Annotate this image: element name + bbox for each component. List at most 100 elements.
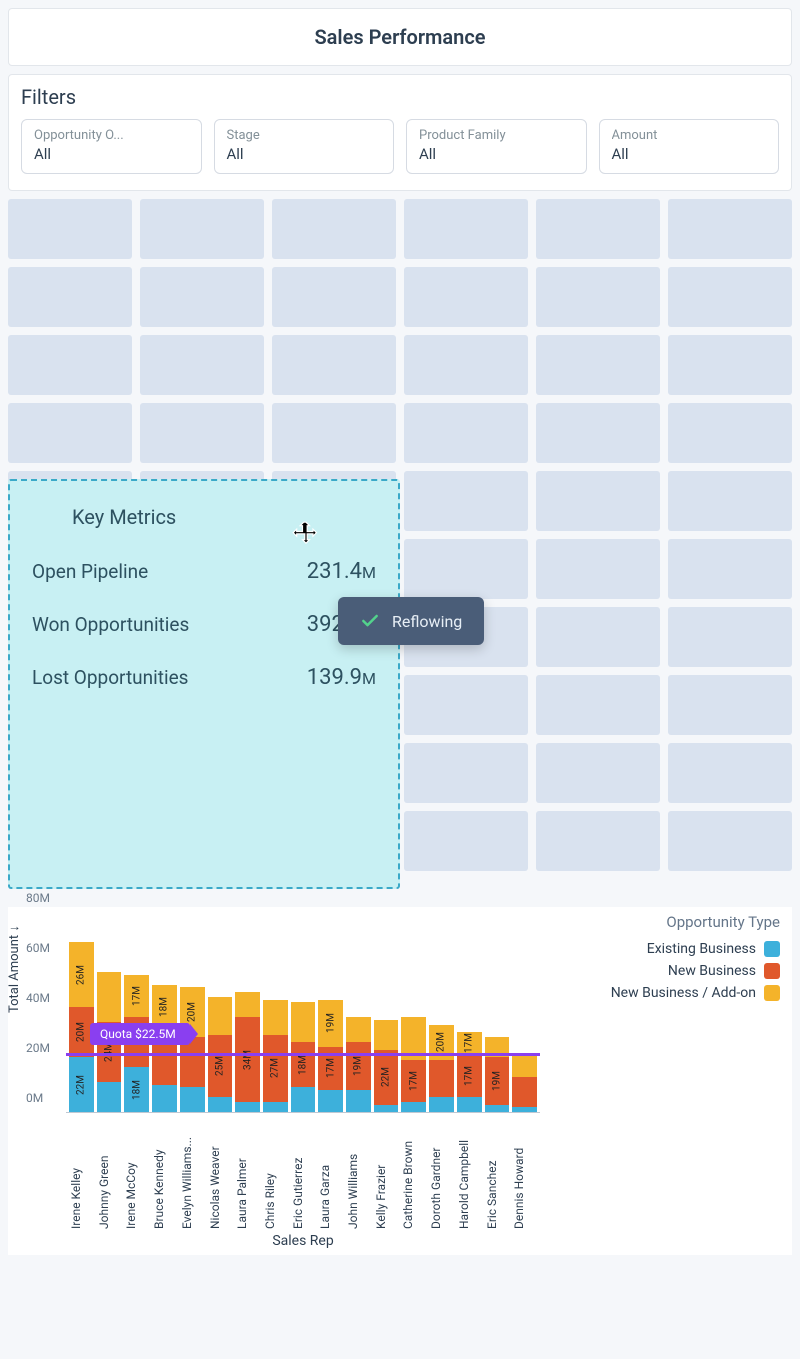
layout-cell bbox=[536, 539, 660, 599]
metric-label: Won Opportunities bbox=[32, 613, 189, 636]
layout-cell bbox=[668, 811, 792, 871]
bar-segment bbox=[208, 997, 233, 1035]
legend-title: Opportunity Type bbox=[550, 913, 780, 931]
key-metrics-widget[interactable]: Key Metrics Open Pipeline 231.4M Won Opp… bbox=[8, 479, 400, 889]
chart-bar[interactable]: 19M bbox=[346, 1017, 371, 1112]
y-tick: 0M bbox=[26, 1091, 43, 1105]
layout-cell bbox=[8, 335, 132, 395]
chart-bar[interactable] bbox=[512, 1055, 537, 1113]
layout-cell bbox=[404, 403, 528, 463]
bar-segment bbox=[263, 1000, 288, 1035]
bar-segment bbox=[485, 1105, 510, 1113]
layout-cell bbox=[536, 607, 660, 667]
bar-value-label: 26M bbox=[76, 965, 87, 985]
bar-value-label: 18M bbox=[131, 1080, 142, 1100]
chart-bar[interactable]: 20M bbox=[180, 987, 205, 1112]
x-tick: Evelyn Williams... bbox=[180, 1119, 205, 1229]
filter-value: All bbox=[34, 145, 189, 163]
metric-value: 139.9M bbox=[307, 665, 376, 690]
layout-cell bbox=[536, 335, 660, 395]
layout-cell bbox=[668, 607, 792, 667]
x-tick: Eric Sanchez bbox=[485, 1119, 510, 1229]
chart-bar[interactable]: 17M17M bbox=[457, 1032, 482, 1112]
filter-label: Product Family bbox=[419, 128, 574, 143]
filters-panel: Filters Opportunity O... All Stage All P… bbox=[8, 74, 792, 191]
bar-value-label: 17M bbox=[408, 1071, 419, 1091]
layout-cell bbox=[8, 403, 132, 463]
chart-bar[interactable]: 22M bbox=[374, 1020, 399, 1113]
bar-segment bbox=[180, 1087, 205, 1112]
layout-cell bbox=[272, 335, 396, 395]
filter-label: Opportunity O... bbox=[34, 128, 189, 143]
chart-plot: 26M20M22M24M17M18M18M20M25M34M27M18M19M1… bbox=[66, 913, 540, 1113]
bar-segment bbox=[401, 1102, 426, 1112]
x-tick: John Williams bbox=[346, 1119, 371, 1229]
layout-cell bbox=[668, 403, 792, 463]
chart-bar[interactable]: 18M bbox=[291, 1002, 316, 1112]
dashboard-layout-grid[interactable]: Key Metrics Open Pipeline 231.4M Won Opp… bbox=[8, 199, 792, 899]
layout-cell bbox=[404, 199, 528, 259]
layout-cell bbox=[272, 403, 396, 463]
legend-label: New Business / Add-on bbox=[611, 985, 756, 1001]
bar-segment bbox=[429, 1060, 454, 1098]
y-axis-label: Total Amount ↓ bbox=[6, 925, 22, 1013]
bar-value-label: 25M bbox=[214, 1056, 225, 1076]
legend-item[interactable]: New Business / Add-on bbox=[550, 985, 780, 1001]
bar-value-label: 20M bbox=[187, 1002, 198, 1022]
filter-opportunity-owner[interactable]: Opportunity O... All bbox=[21, 119, 202, 174]
bar-segment bbox=[457, 1097, 482, 1112]
legend-item[interactable]: Existing Business bbox=[550, 941, 780, 957]
chart-area[interactable]: Total Amount ↓ 26M20M22M24M17M18M18M20M2… bbox=[14, 913, 540, 1249]
chart-bar[interactable]: 18M bbox=[152, 985, 177, 1113]
chart-panel: Total Amount ↓ 26M20M22M24M17M18M18M20M2… bbox=[8, 907, 792, 1255]
chart-bar[interactable]: 19M 17M bbox=[318, 1000, 343, 1113]
bar-segment: 19M bbox=[346, 1042, 371, 1090]
metric-label: Open Pipeline bbox=[32, 560, 148, 583]
x-tick: Johnny Green bbox=[97, 1119, 122, 1229]
layout-cell bbox=[668, 199, 792, 259]
y-tick: 40M bbox=[26, 991, 50, 1005]
filters-title: Filters bbox=[21, 85, 779, 109]
page-header: Sales Performance bbox=[8, 8, 792, 66]
toast-text: Reflowing bbox=[392, 612, 462, 631]
bar-value-label: 18M bbox=[159, 997, 170, 1017]
metric-value: 231.4M bbox=[307, 559, 376, 584]
bar-segment bbox=[291, 1087, 316, 1112]
x-tick: Nicolas Weaver bbox=[208, 1119, 233, 1229]
bar-segment: 25M bbox=[208, 1035, 233, 1098]
x-tick: Eric Gutierrez bbox=[291, 1119, 316, 1229]
bar-segment bbox=[512, 1055, 537, 1078]
bar-segment: 17M bbox=[457, 1055, 482, 1098]
bar-segment: 26M bbox=[69, 942, 94, 1007]
layout-cell bbox=[536, 743, 660, 803]
chart-bar[interactable]: 17M bbox=[401, 1017, 426, 1112]
layout-cell bbox=[140, 267, 264, 327]
chart-bar[interactable]: 27M bbox=[263, 1000, 288, 1113]
chart-bar[interactable]: 19M bbox=[485, 1037, 510, 1112]
bar-segment bbox=[97, 972, 122, 1022]
bar-segment bbox=[429, 1097, 454, 1112]
layout-cell bbox=[536, 811, 660, 871]
move-icon bbox=[292, 521, 320, 549]
filter-amount[interactable]: Amount All bbox=[599, 119, 780, 174]
legend-item[interactable]: New Business bbox=[550, 963, 780, 979]
filter-label: Stage bbox=[227, 128, 382, 143]
filter-stage[interactable]: Stage All bbox=[214, 119, 395, 174]
y-tick: 60M bbox=[26, 941, 50, 955]
metric-label: Lost Opportunities bbox=[32, 666, 188, 689]
bar-segment: 18M bbox=[124, 1067, 149, 1112]
x-axis-label: Sales Rep bbox=[66, 1233, 540, 1249]
bar-segment: 19M bbox=[318, 1000, 343, 1048]
layout-cell bbox=[536, 675, 660, 735]
bar-value-label: 19M bbox=[353, 1056, 364, 1076]
legend-swatch bbox=[764, 963, 780, 979]
bar-segment bbox=[346, 1017, 371, 1042]
filter-product-family[interactable]: Product Family All bbox=[406, 119, 587, 174]
chart-bar[interactable]: 20M bbox=[429, 1025, 454, 1113]
filter-value: All bbox=[612, 145, 767, 163]
bar-value-label: 17M bbox=[325, 1058, 336, 1078]
layout-cell bbox=[668, 335, 792, 395]
bar-value-label: 17M bbox=[464, 1033, 475, 1053]
bar-segment bbox=[374, 1105, 399, 1113]
x-tick: Dennis Howard bbox=[512, 1119, 537, 1229]
